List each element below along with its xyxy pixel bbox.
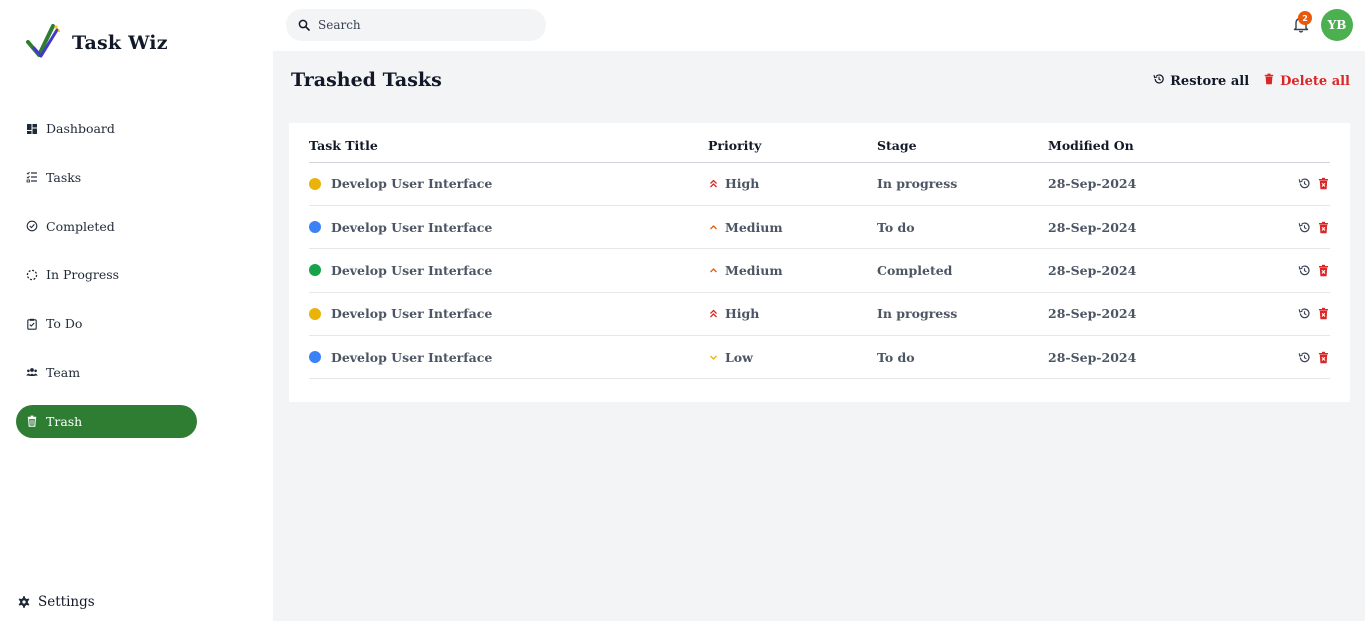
delete-icon[interactable] xyxy=(1317,264,1330,277)
table-row: Develop User Interface Medium Completed … xyxy=(309,248,1330,293)
stage-dot xyxy=(309,351,321,364)
delete-icon[interactable] xyxy=(1317,221,1330,234)
restore-icon[interactable] xyxy=(1298,351,1311,364)
table-row: Develop User Interface High In progress … xyxy=(309,162,1330,206)
modified-date: 28-Sep-2024 xyxy=(1048,248,1198,293)
sidebar-item-completed[interactable]: Completed xyxy=(16,210,197,243)
restore-icon[interactable] xyxy=(1298,264,1311,277)
app-title: Task Wiz xyxy=(72,32,168,54)
top-bar: 2 YB xyxy=(273,0,1365,51)
brand[interactable]: Task Wiz xyxy=(25,22,168,64)
avatar[interactable]: YB xyxy=(1321,9,1353,41)
column-header-stage: Stage xyxy=(877,123,1048,163)
users-icon xyxy=(26,366,38,378)
stage-dot xyxy=(309,177,321,190)
loader-icon xyxy=(26,269,38,281)
sidebar-item-label: Completed xyxy=(46,218,115,234)
restore-icon[interactable] xyxy=(1298,177,1311,190)
gear-icon xyxy=(18,596,30,608)
task-title: Develop User Interface xyxy=(331,306,493,322)
priority-label: Medium xyxy=(725,262,783,278)
modified-date: 28-Sep-2024 xyxy=(1048,292,1198,337)
search-bar xyxy=(286,9,546,41)
sidebar-item-trash[interactable]: Trash xyxy=(16,404,197,438)
search-input[interactable] xyxy=(318,18,518,32)
sidebar-item-label: Tasks xyxy=(46,169,82,185)
table-header-row: Task Title Priority Stage Modified On xyxy=(309,123,1330,163)
sidebar-item-label: To Do xyxy=(46,316,83,332)
checklist-icon xyxy=(26,171,38,183)
priority-label: High xyxy=(725,306,760,322)
main-content: Trashed Tasks Restore all Delete all Tas… xyxy=(273,51,1365,621)
stage-dot xyxy=(309,221,321,234)
sidebar-item-to-do[interactable]: To Do xyxy=(16,307,197,340)
double-chevron-up-icon xyxy=(708,178,719,189)
table-row: Develop User Interface High In progress … xyxy=(309,292,1330,337)
check-circle-icon xyxy=(26,220,38,232)
clipboard-check-icon xyxy=(26,318,38,330)
column-header-priority: Priority xyxy=(708,123,877,163)
column-header-actions xyxy=(1198,123,1330,163)
modified-date: 28-Sep-2024 xyxy=(1048,205,1198,250)
sidebar-item-tasks[interactable]: Tasks xyxy=(16,161,197,194)
stage-label: In progress xyxy=(877,292,1048,337)
trash-icon xyxy=(26,415,38,428)
stage-dot xyxy=(309,307,321,320)
delete-icon[interactable] xyxy=(1317,177,1330,190)
sidebar: Task Wiz Dashboard Tasks Completed In Pr… xyxy=(0,0,273,621)
sidebar-item-in-progress[interactable]: In Progress xyxy=(16,258,197,291)
modified-date: 28-Sep-2024 xyxy=(1048,335,1198,380)
search-icon xyxy=(298,16,318,35)
delete-icon[interactable] xyxy=(1317,351,1330,364)
restore-icon xyxy=(1153,73,1170,89)
stage-label: To do xyxy=(877,205,1048,250)
sidebar-item-team[interactable]: Team xyxy=(16,356,197,389)
column-header-task-title: Task Title xyxy=(309,123,708,163)
header-actions: Restore all Delete all xyxy=(1139,73,1350,89)
priority-label: Medium xyxy=(725,219,783,235)
delete-icon[interactable] xyxy=(1317,307,1330,320)
logo-icon xyxy=(25,22,63,64)
sidebar-nav: Dashboard Tasks Completed In Progress To… xyxy=(16,112,197,454)
sidebar-item-label: Dashboard xyxy=(46,121,115,136)
delete-all-button[interactable]: Delete all xyxy=(1263,73,1350,89)
task-title: Develop User Interface xyxy=(331,219,493,235)
table-row: Develop User Interface Low To do 28-Sep-… xyxy=(309,335,1330,380)
chevron-up-icon xyxy=(708,222,719,233)
task-title: Develop User Interface xyxy=(331,262,493,278)
sidebar-item-dashboard[interactable]: Dashboard xyxy=(16,112,197,145)
stage-label: Completed xyxy=(877,248,1048,293)
modified-date: 28-Sep-2024 xyxy=(1048,162,1198,206)
stage-label: In progress xyxy=(877,162,1048,206)
trash-table: Task Title Priority Stage Modified On De… xyxy=(309,123,1330,380)
trash-table-card: Task Title Priority Stage Modified On De… xyxy=(289,123,1350,402)
stage-label: To do xyxy=(877,335,1048,380)
chevron-down-icon xyxy=(708,352,719,363)
chevron-up-icon xyxy=(708,265,719,276)
restore-all-label: Restore all xyxy=(1170,73,1250,89)
task-title: Develop User Interface xyxy=(331,176,493,192)
page-title: Trashed Tasks xyxy=(291,69,442,91)
sidebar-item-label: In Progress xyxy=(46,267,120,283)
task-title: Develop User Interface xyxy=(331,349,493,365)
settings-label: Settings xyxy=(38,594,95,610)
double-chevron-up-icon xyxy=(708,308,719,319)
notification-badge: 2 xyxy=(1298,11,1312,25)
restore-icon[interactable] xyxy=(1298,221,1311,234)
settings-link[interactable]: Settings xyxy=(18,594,95,610)
priority-label: Low xyxy=(725,349,753,365)
trash-icon xyxy=(1263,73,1280,89)
stage-dot xyxy=(309,264,321,277)
sidebar-item-label: Team xyxy=(46,364,81,380)
delete-all-label: Delete all xyxy=(1280,73,1350,89)
restore-all-button[interactable]: Restore all xyxy=(1153,73,1249,89)
table-row: Develop User Interface Medium To do 28-S… xyxy=(309,205,1330,250)
priority-label: High xyxy=(725,176,760,192)
dashboard-icon xyxy=(26,123,38,135)
column-header-modified-on: Modified On xyxy=(1048,123,1198,163)
sidebar-item-label: Trash xyxy=(46,413,83,429)
restore-icon[interactable] xyxy=(1298,307,1311,320)
